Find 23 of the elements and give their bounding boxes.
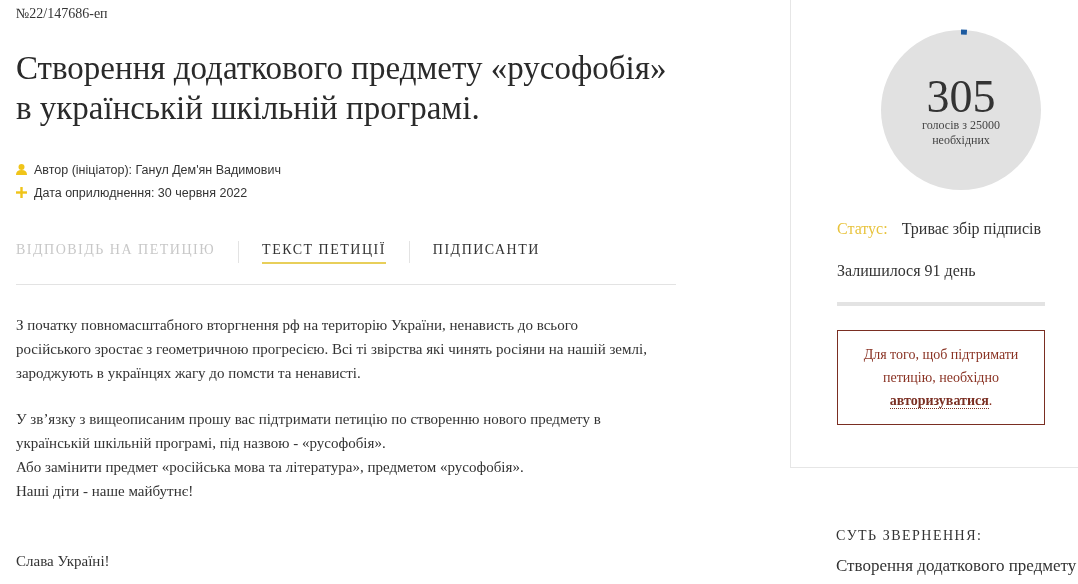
vote-caption: голосів з 25000 необхідних <box>921 118 1001 148</box>
petition-text: У зв’язку з вищеописаним прошу вас підтримати петицію по створенню нового предмету в українській шкільній програмі, під назвою - «русофобія». <box>16 410 602 453</box>
login-link[interactable]: авторизуватися <box>889 393 989 409</box>
vote-count: 305 <box>926 76 996 118</box>
meta-text: Дата оприлюднення: 30 червня 2022 <box>34 185 248 200</box>
tab[interactable]: ТЕКСТ ПЕТИЦІЇ <box>262 240 386 264</box>
meta-text: Автор (ініціатор): Ганул Дем'ян Вадимович <box>34 162 281 177</box>
petition-text: Наші діти - наше майбутнє! <box>16 482 195 501</box>
status-label: Статус: <box>837 220 888 238</box>
petition-number: №22/147686-еп <box>16 6 109 22</box>
summary-heading: СУТЬ ЗВЕРНЕННЯ: <box>836 528 984 544</box>
tab[interactable]: ПІДПИСАНТИ <box>432 240 540 264</box>
notice-text: . <box>988 393 993 408</box>
petition-text: Слава Україні! <box>16 552 111 571</box>
remaining-time: Залишилося 91 день <box>837 262 977 280</box>
plus-icon <box>16 187 27 198</box>
summary-text: Створення додаткового предмету <box>836 556 1078 576</box>
person-icon <box>16 164 27 175</box>
notice-text: Для того, щоб підтримати петицію, необхідно <box>863 347 1019 385</box>
petition-title: Створення додаткового предмету «русофобія» в українській шкільній програмі. <box>16 49 668 128</box>
status-value: Триває збір підписів <box>901 220 1041 238</box>
petition-text: Або замінити предмет «російська мова та література», предметом «русофобія». <box>16 458 525 477</box>
petition-text: З початку повномасштабного вторгнення рф на територію України, ненависть до всього російського зростає з геометричною прогресією. Всі ті звірства які чинять росіяни на нашій землі, зароджують в українцях жагу до помсти та ненависті. <box>16 316 648 383</box>
